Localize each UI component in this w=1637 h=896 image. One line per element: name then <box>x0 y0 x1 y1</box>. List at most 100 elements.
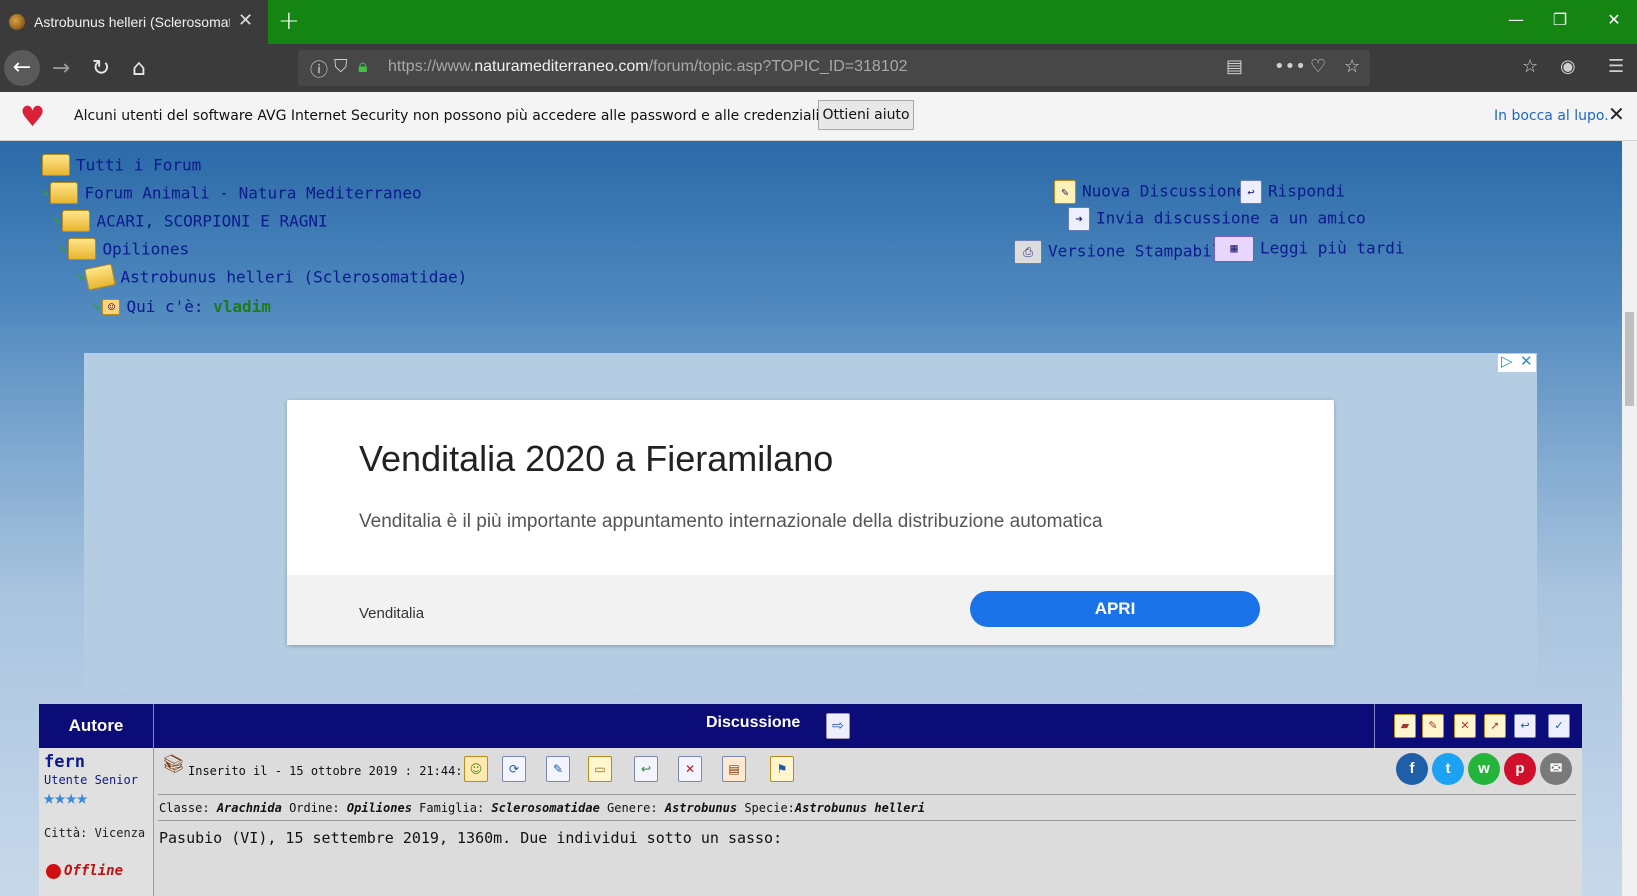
online-user-link[interactable]: vladim <box>213 297 271 316</box>
browser-tab[interactable]: Astrobunus helleri (Sclerosomatidae) ✕ <box>0 0 268 44</box>
pinterest-share-icon[interactable]: p <box>1504 753 1536 785</box>
facebook-share-icon[interactable]: f <box>1396 753 1428 785</box>
lock-icon[interactable]: 🔒︎ <box>358 56 368 77</box>
breadcrumb-subcategory[interactable]: ➘ Opiliones <box>58 238 189 260</box>
read-later-link[interactable]: ▦ Leggi più tardi <box>1214 236 1405 262</box>
report-icon[interactable]: ⚑ <box>770 756 794 782</box>
refresh-icon[interactable]: ⟳ <box>502 756 526 782</box>
pocket-icon[interactable]: ♡ <box>1310 56 1326 77</box>
menu-icon[interactable]: ☰ <box>1608 56 1624 77</box>
printer-icon: ⎙ <box>1014 240 1042 264</box>
move-topic-icon[interactable]: ➚ <box>1484 714 1506 738</box>
folder-icon <box>42 154 70 176</box>
tab-title: Astrobunus helleri (Sclerosomatidae) <box>34 14 230 30</box>
url-prefix: https://www. <box>388 58 475 75</box>
new-topic-link[interactable]: ✎ Nuova Discussione <box>1054 180 1246 204</box>
post-body: Pasubio (VI), 15 settembre 2019, 1360m. … <box>159 829 783 847</box>
url-text[interactable]: https://www.naturamediterraneo.com/forum… <box>388 58 908 76</box>
favicon-icon <box>9 14 25 30</box>
reader-view-icon[interactable]: ▤ <box>1226 56 1243 77</box>
forward-button[interactable]: → <box>44 52 78 86</box>
breadcrumb-here: ➘ ☺ Qui c'è: vladim <box>92 296 271 316</box>
branch-arrow-icon: ➘ <box>76 269 85 285</box>
edit-topic-icon[interactable]: ✎ <box>1422 714 1444 738</box>
delete-topic-icon[interactable]: ✕ <box>1454 714 1476 738</box>
header-divider <box>1374 704 1375 748</box>
archive-icon[interactable]: ▤ <box>722 756 746 782</box>
shield-icon[interactable]: ⛉ <box>334 56 348 77</box>
scrollbar-thumb[interactable] <box>1625 312 1634 406</box>
breadcrumb-label: Astrobunus helleri (Sclerosomatidae) <box>120 267 468 287</box>
quote-reply-icon[interactable]: ↩ <box>634 756 658 782</box>
home-button[interactable]: ⌂ <box>122 52 156 86</box>
back-button[interactable]: ← <box>4 50 40 86</box>
reply-icon: ↩ <box>1240 180 1262 204</box>
forum-folder-icon[interactable]: ▰ <box>1394 714 1416 738</box>
email-share-icon[interactable]: ✉ <box>1540 753 1572 785</box>
breadcrumb-topic[interactable]: ➘ Astrobunus helleri (Sclerosomatidae) <box>76 263 468 291</box>
ad-brand[interactable]: Venditalia <box>359 605 424 622</box>
more-actions-icon[interactable]: ••• <box>1274 56 1306 77</box>
tax-label: Classe: <box>159 801 210 815</box>
printable-version-link[interactable]: ⎙ Versione Stampabile <box>1014 240 1231 264</box>
branch-arrow-icon: ➘ <box>52 213 61 229</box>
breadcrumb-label: ACARI, SCORPIONI E RAGNI <box>96 211 328 231</box>
rank-stars-icon: ★★★★ <box>43 785 88 809</box>
breadcrumb-category[interactable]: ➘ ACARI, SCORPIONI E RAGNI <box>52 210 328 232</box>
reply-topic-icon[interactable]: ↩ <box>1514 714 1536 738</box>
branch-arrow-icon: ➘ <box>58 241 67 257</box>
send-to-friend-link[interactable]: ➜ Invia discussione a un amico <box>1068 207 1366 231</box>
breadcrumb-all-forums[interactable]: Tutti i Forum <box>42 154 201 176</box>
branch-arrow-icon: ➘ <box>92 298 101 315</box>
get-help-button[interactable]: Ottieni aiuto <box>818 100 914 130</box>
next-topic-icon[interactable]: ⇨ <box>826 713 850 739</box>
restore-button[interactable]: ❐ <box>1540 10 1580 29</box>
tax-label: Ordine: <box>289 801 340 815</box>
url-domain: naturamediterraneo.com <box>474 58 649 75</box>
profile-icon[interactable]: ☺ <box>464 756 488 782</box>
folder-icon <box>68 238 97 260</box>
folder-post-icon[interactable]: ▭ <box>588 756 612 782</box>
new-tab-button[interactable]: + <box>278 6 300 36</box>
discussion-column-header: Discussione <box>706 714 801 731</box>
close-notification-icon[interactable]: ✕ <box>1608 102 1625 126</box>
ad-choices[interactable]: ▷ ✕ <box>1498 352 1536 372</box>
tax-label: Famiglia: <box>419 801 485 815</box>
taxonomy-line: Classe: Arachnida Ordine: Opiliones Fami… <box>159 801 925 815</box>
reply-label: Rispondi <box>1268 181 1346 201</box>
ad-open-button[interactable]: APRI <box>970 591 1260 627</box>
post-date: Inserito il - 15 ottobre 2019 : 21:44:11 <box>188 764 477 778</box>
author-name-link[interactable]: fern <box>44 752 85 772</box>
close-window-button[interactable]: ✕ <box>1594 10 1634 29</box>
close-tab-icon[interactable]: ✕ <box>238 10 253 31</box>
scrollbar[interactable] <box>1622 141 1637 896</box>
author-city: Città: Vicenza <box>44 826 146 840</box>
bookmark-star-icon[interactable]: ☆ <box>1344 56 1360 77</box>
ad-subtitle[interactable]: Venditalia è il più importante appuntame… <box>359 511 1103 533</box>
twitter-share-icon[interactable]: t <box>1432 753 1464 785</box>
reply-link[interactable]: ↩ Rispondi <box>1240 180 1345 204</box>
author-column-header: Autore <box>39 704 154 748</box>
ad-choices-icon[interactable]: ▷ <box>1501 352 1513 370</box>
reload-button[interactable]: ↻ <box>84 52 118 86</box>
breadcrumb-label: Forum Animali - Natura Mediterraneo <box>84 183 422 203</box>
whatsapp-share-icon[interactable]: w <box>1468 753 1500 785</box>
post-divider <box>158 820 1576 821</box>
post-divider <box>158 794 1576 795</box>
tax-value: Arachnida <box>216 801 282 815</box>
users-icon: ☺ <box>102 298 121 315</box>
tax-label: Specie: <box>744 801 795 815</box>
good-luck-link[interactable]: In bocca al lupo. <box>1494 108 1609 124</box>
library-icon[interactable]: ☆ <box>1522 56 1538 77</box>
breadcrumb-forum[interactable]: ➘ Forum Animali - Natura Mediterraneo <box>40 182 422 204</box>
ad-headline[interactable]: Venditalia 2020 a Fieramilano <box>359 438 833 480</box>
edit-post-icon[interactable]: ✎ <box>546 756 570 782</box>
ad-close-icon[interactable]: ✕ <box>1520 352 1533 370</box>
subscribe-icon[interactable]: ✓ <box>1548 714 1570 738</box>
account-icon[interactable]: ◉ <box>1560 56 1576 77</box>
minimize-button[interactable]: — <box>1496 10 1536 29</box>
info-icon[interactable]: ⓘ <box>310 56 328 82</box>
breadcrumb-label: Opiliones <box>102 239 190 259</box>
url-path: /forum/topic.asp?TOPIC_ID=318102 <box>648 58 908 75</box>
delete-post-icon[interactable]: ✕ <box>678 756 702 782</box>
